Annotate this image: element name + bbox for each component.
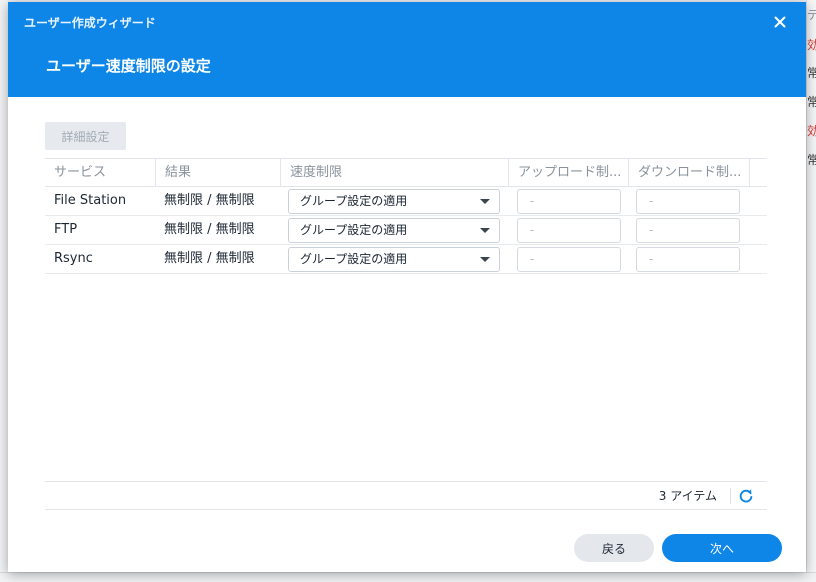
service-name: Rsync xyxy=(54,251,93,266)
result-value: 無制限 / 無制限 xyxy=(164,251,255,266)
result-value: 無制限 / 無制限 xyxy=(164,222,255,237)
background-text: 常 xyxy=(807,64,816,81)
upload-limit-input[interactable]: - xyxy=(517,189,621,214)
user-creation-wizard-dialog: ユーザー作成ウィザード ユーザー速度制限の設定 詳細設定 サービス 結果 速度制… xyxy=(8,2,806,572)
refresh-button[interactable] xyxy=(738,488,754,504)
close-button[interactable] xyxy=(770,12,790,32)
column-header-service[interactable]: サービス xyxy=(45,159,155,187)
item-count: 3 アイテム xyxy=(658,489,717,503)
speed-limit-select-value: グループ設定の適用 xyxy=(300,223,408,237)
column-header-upload-limit[interactable]: アップロード制... xyxy=(508,159,628,187)
service-name: File Station xyxy=(54,193,127,208)
column-header-speed-limit[interactable]: 速度制限 xyxy=(280,159,508,187)
background-text: 効 xyxy=(807,36,816,53)
table-row[interactable]: File Station 無制限 / 無制限 グループ設定の適用 - - xyxy=(45,187,767,216)
table-row[interactable]: FTP 無制限 / 無制限 グループ設定の適用 - - xyxy=(45,216,767,245)
speed-limit-table: サービス 結果 速度制限 アップロード制... ダウンロード制... File … xyxy=(45,158,767,274)
advanced-settings-button[interactable]: 詳細設定 xyxy=(45,122,126,150)
chevron-down-icon xyxy=(480,228,490,233)
service-name: FTP xyxy=(54,222,78,237)
result-value: 無制限 / 無制限 xyxy=(164,193,255,208)
background-window-right: テ 効 常 常 効 常 xyxy=(806,0,816,582)
speed-limit-select[interactable]: グループ設定の適用 xyxy=(288,189,500,214)
column-header-download-limit[interactable]: ダウンロード制... xyxy=(628,159,749,187)
table-row[interactable]: Rsync 無制限 / 無制限 グループ設定の適用 - - xyxy=(45,245,767,274)
download-limit-input[interactable]: - xyxy=(636,247,740,272)
column-header-spacer xyxy=(749,159,767,187)
download-limit-input[interactable]: - xyxy=(636,189,740,214)
chevron-down-icon xyxy=(480,199,490,204)
back-button[interactable]: 戻る xyxy=(574,534,654,562)
divider xyxy=(730,488,731,504)
speed-limit-select-value: グループ設定の適用 xyxy=(300,194,408,208)
table-footer: 3 アイテム xyxy=(45,481,767,510)
dialog-header: ユーザー作成ウィザード ユーザー速度制限の設定 xyxy=(8,2,806,97)
table-header: サービス 結果 速度制限 アップロード制... ダウンロード制... xyxy=(45,158,767,187)
page-title: ユーザー速度制限の設定 xyxy=(46,57,211,75)
upload-limit-input[interactable]: - xyxy=(517,218,621,243)
speed-limit-select[interactable]: グループ設定の適用 xyxy=(288,218,500,243)
background-window-left xyxy=(0,0,8,582)
background-text: 常 xyxy=(807,93,816,110)
background-window-bottom xyxy=(0,572,816,582)
background-text: 効 xyxy=(807,122,816,139)
next-button[interactable]: 次へ xyxy=(662,534,782,562)
speed-limit-select-value: グループ設定の適用 xyxy=(300,252,408,266)
download-limit-input[interactable]: - xyxy=(636,218,740,243)
upload-limit-input[interactable]: - xyxy=(517,247,621,272)
column-header-result[interactable]: 結果 xyxy=(155,159,280,187)
background-text: テ xyxy=(807,6,816,23)
speed-limit-select[interactable]: グループ設定の適用 xyxy=(288,247,500,272)
chevron-down-icon xyxy=(480,257,490,262)
window-title: ユーザー作成ウィザード xyxy=(24,16,156,30)
refresh-icon xyxy=(739,489,753,503)
background-text: 常 xyxy=(807,151,816,168)
close-icon xyxy=(774,16,786,28)
